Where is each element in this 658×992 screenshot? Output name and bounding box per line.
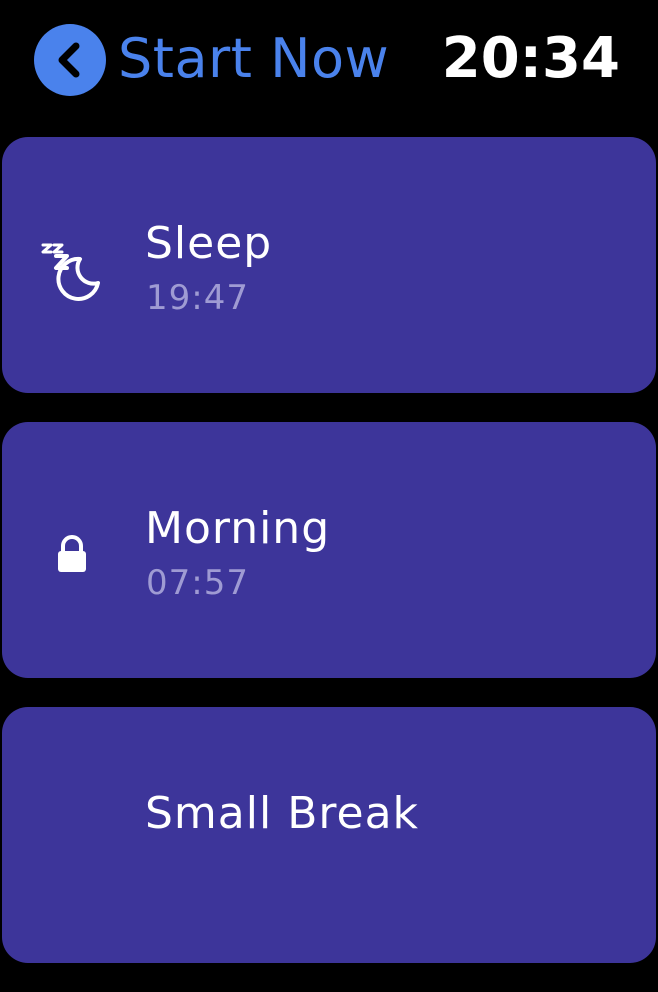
schedule-name: Sleep <box>145 218 273 269</box>
lock-icon <box>40 522 104 586</box>
sleep-moon-icon <box>40 237 104 301</box>
chevron-left-icon <box>58 42 80 78</box>
schedule-time: 07:57 <box>146 563 249 603</box>
schedule-time: 19:47 <box>146 278 249 318</box>
schedule-card-sleep[interactable]: Sleep 19:47 <box>2 137 656 393</box>
header: Start Now 20:34 <box>0 0 658 120</box>
schedule-card-small-break[interactable]: Small Break <box>2 707 656 963</box>
clock: 20:34 <box>441 26 620 91</box>
schedule-list: Sleep 19:47 Morning 07:57 Small Break <box>2 137 656 992</box>
schedule-name: Morning <box>145 503 331 554</box>
back-button[interactable] <box>34 24 106 96</box>
page-title[interactable]: Start Now <box>118 26 389 92</box>
schedule-card-morning[interactable]: Morning 07:57 <box>2 422 656 678</box>
schedule-name: Small Break <box>145 788 420 839</box>
